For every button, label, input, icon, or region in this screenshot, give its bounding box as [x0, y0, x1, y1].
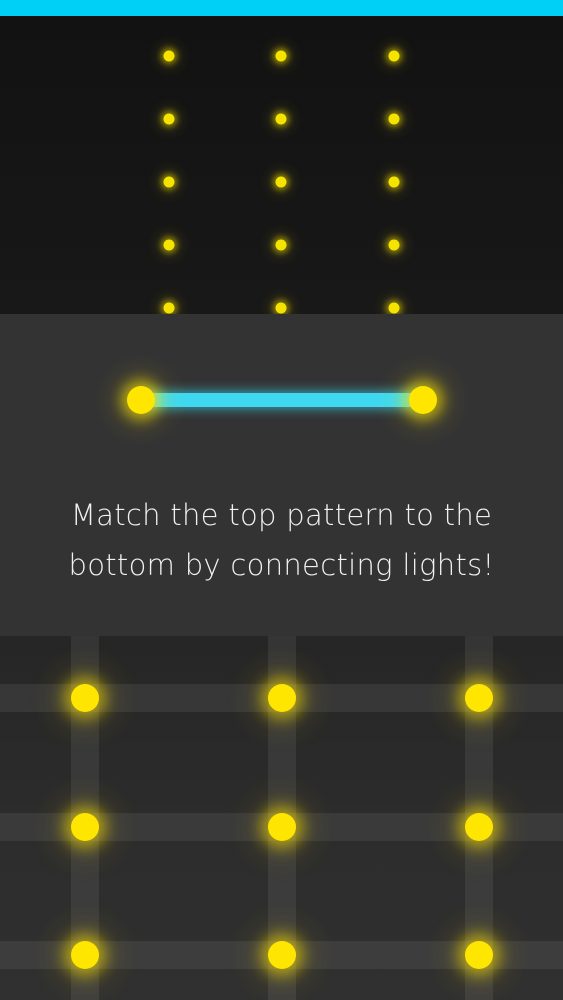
- target-light-dot-icon: [163, 302, 175, 314]
- board-light-dot-icon[interactable]: [71, 941, 99, 969]
- target-light-dot-icon: [163, 239, 175, 251]
- target-light-dot-icon: [275, 302, 287, 314]
- target-pattern-area: [0, 16, 563, 314]
- board-light-dot-icon[interactable]: [71, 813, 99, 841]
- board-light-dot-icon[interactable]: [268, 684, 296, 712]
- demo-light-right-icon: [409, 386, 437, 414]
- target-light-dot-icon: [275, 113, 287, 125]
- board-light-dot-icon[interactable]: [268, 941, 296, 969]
- target-light-dot-icon: [275, 239, 287, 251]
- target-light-dot-icon: [275, 176, 287, 188]
- status-accent-bar: [0, 0, 563, 16]
- demo-connection-line: [141, 393, 423, 407]
- tutorial-message: Match the top pattern to the bottom by c…: [68, 498, 495, 582]
- board-light-dot-icon[interactable]: [465, 684, 493, 712]
- target-light-dot-icon: [388, 176, 400, 188]
- target-light-dot-icon: [163, 50, 175, 62]
- target-light-dot-icon: [388, 113, 400, 125]
- board-light-dot-icon[interactable]: [71, 684, 99, 712]
- board-light-dot-icon[interactable]: [268, 813, 296, 841]
- target-light-dot-icon: [275, 50, 287, 62]
- demo-light-left-icon: [127, 386, 155, 414]
- target-light-dot-icon: [388, 239, 400, 251]
- game-board[interactable]: [0, 636, 563, 1000]
- target-light-dot-icon: [163, 113, 175, 125]
- target-light-dot-icon: [388, 302, 400, 314]
- board-light-dot-icon[interactable]: [465, 941, 493, 969]
- target-light-dot-icon: [388, 50, 400, 62]
- target-light-dot-icon: [163, 176, 175, 188]
- board-light-dot-icon[interactable]: [465, 813, 493, 841]
